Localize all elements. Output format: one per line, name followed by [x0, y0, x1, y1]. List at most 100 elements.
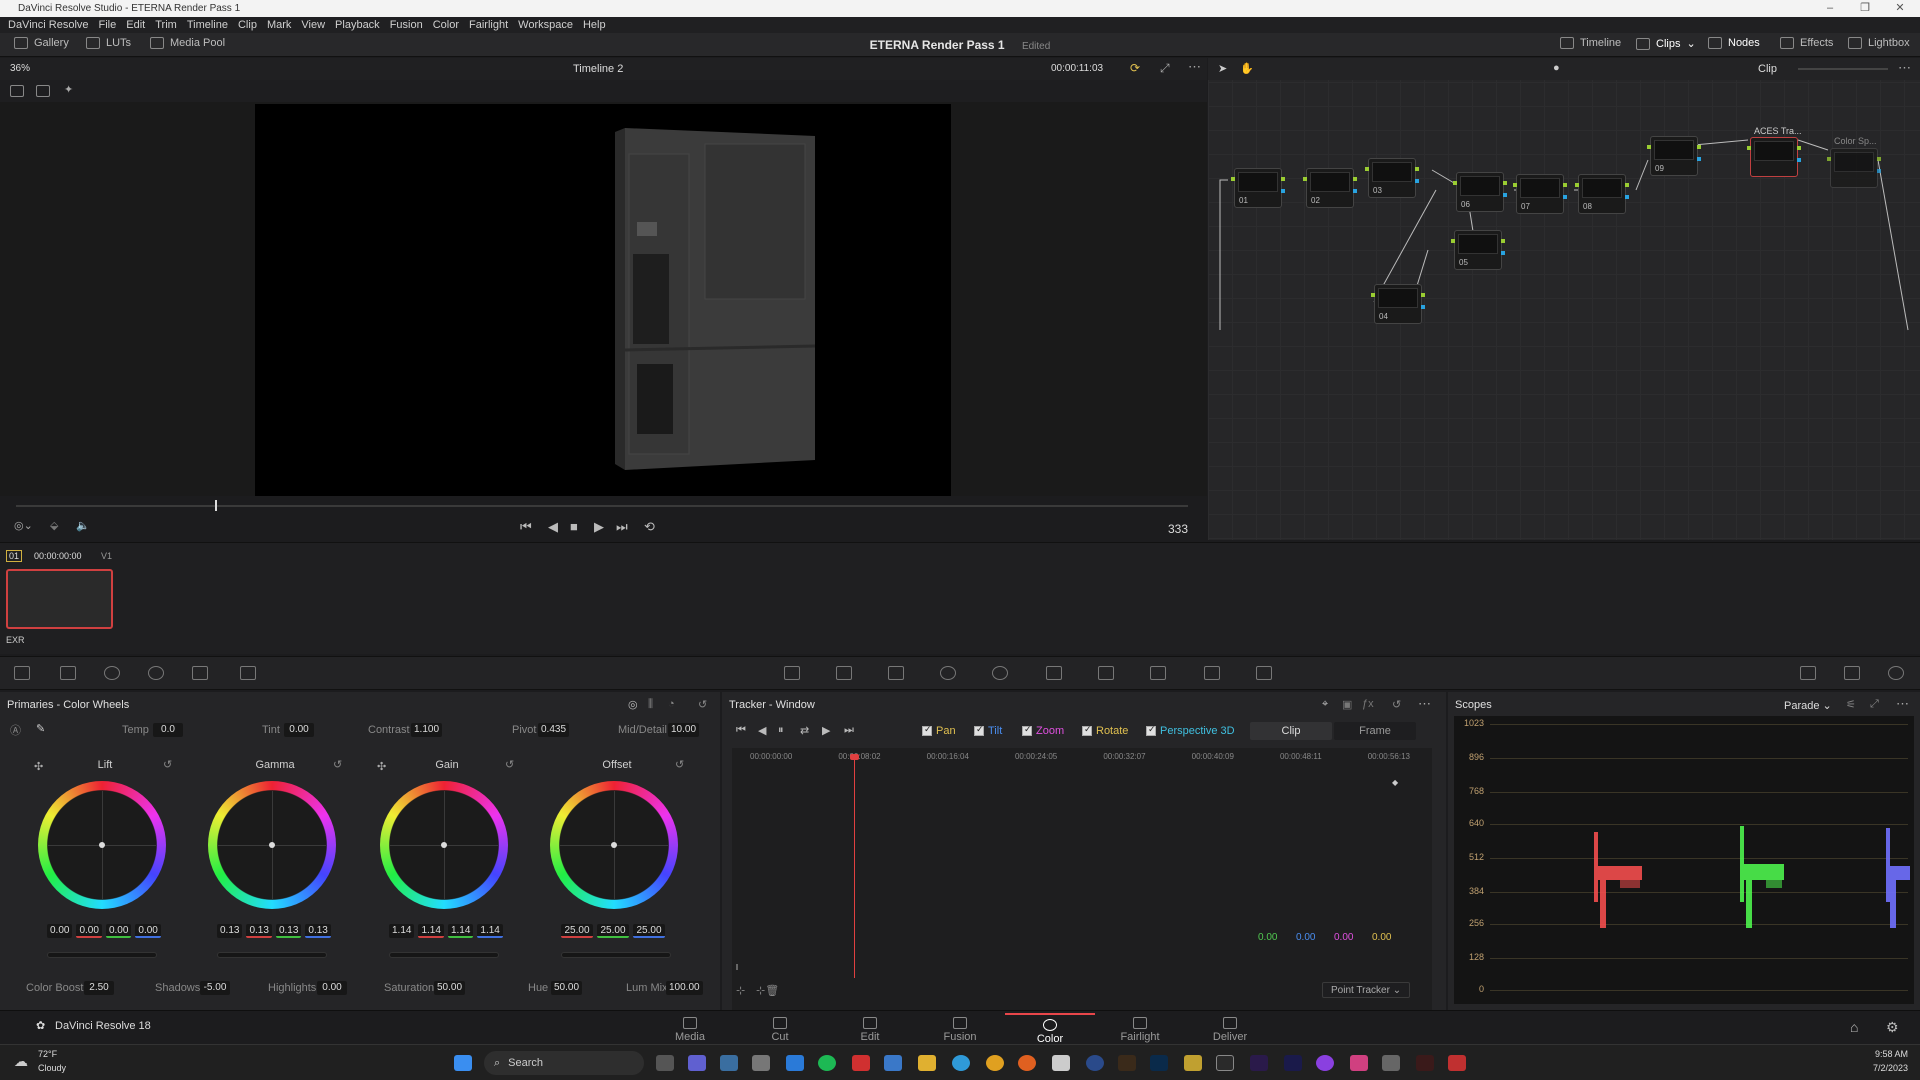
gamma-r[interactable]: 0.13 — [246, 924, 272, 938]
tracker-scroll-start[interactable] — [736, 964, 738, 970]
store-icon[interactable] — [1052, 1055, 1070, 1071]
menu-clip[interactable]: Clip — [238, 19, 257, 31]
color-warper-icon[interactable] — [836, 666, 852, 680]
color-match-icon[interactable] — [60, 666, 76, 680]
split-view-icon[interactable] — [36, 85, 50, 97]
tracker-playhead-handle[interactable] — [850, 754, 859, 760]
minimize-icon[interactable]: – — [1815, 0, 1845, 17]
shadows-value[interactable]: -5.00 — [200, 981, 230, 995]
gamma-master-slider[interactable] — [217, 952, 327, 958]
messenger-icon[interactable] — [1316, 1055, 1334, 1071]
primaries-bars-icon[interactable]: ⫼ — [648, 698, 653, 711]
gain-wheel[interactable] — [380, 781, 508, 909]
pan-checkbox[interactable]: Pan — [922, 724, 956, 737]
tint-value[interactable]: 0.00 — [284, 723, 314, 737]
page-edit[interactable]: Edit — [825, 1013, 915, 1043]
tracker-frame-tab[interactable]: Frame — [1334, 722, 1416, 740]
page-color[interactable]: Color — [1005, 1013, 1095, 1045]
node-06[interactable]: 06 — [1453, 172, 1507, 212]
bridge-icon[interactable] — [1118, 1055, 1136, 1071]
magic-mask-icon[interactable] — [1046, 666, 1062, 680]
scrubber-playhead[interactable] — [215, 500, 217, 511]
menu-color[interactable]: Color — [433, 19, 459, 31]
temp-value[interactable]: 0.0 — [153, 723, 183, 737]
page-fusion[interactable]: Fusion — [915, 1013, 1005, 1043]
app-icon-5[interactable] — [1184, 1055, 1202, 1071]
premiere-icon[interactable] — [1250, 1055, 1268, 1071]
tracker-mode-dropdown[interactable]: Point Tracker ⌄ — [1322, 982, 1411, 998]
spotify-icon[interactable] — [818, 1055, 836, 1071]
lift-r[interactable]: 0.00 — [76, 924, 102, 938]
track-forward-icon[interactable]: ▶ — [822, 724, 830, 737]
pivot-value[interactable]: 0.435 — [538, 723, 570, 737]
scopes-toggle-icon[interactable] — [1844, 666, 1860, 680]
layer-icon[interactable]: ⬙ — [50, 519, 58, 532]
app-icon-3[interactable] — [884, 1055, 902, 1071]
lightbox-button[interactable]: Lightbox — [1848, 37, 1910, 49]
node-08[interactable]: 08 — [1575, 174, 1629, 214]
sizing-icon[interactable] — [1204, 666, 1220, 680]
gain-y[interactable]: 1.14 — [389, 924, 415, 938]
node-color-space[interactable] — [1827, 148, 1881, 188]
delete-tracking-point-icon[interactable]: ⊹🗑 — [756, 984, 779, 997]
gear-icon[interactable]: ⚙ — [1886, 1019, 1899, 1036]
fullscreen-icon[interactable]: ⤢ — [1160, 61, 1170, 76]
restore-icon[interactable]: ❐ — [1850, 0, 1880, 17]
qualifier-icon[interactable] — [888, 666, 904, 680]
key-icon[interactable] — [1150, 666, 1166, 680]
auto-balance-icon[interactable]: Ⓐ — [10, 722, 21, 738]
lift-b[interactable]: 0.00 — [135, 924, 161, 938]
color-wheels-icon[interactable] — [104, 666, 120, 680]
menu-playback[interactable]: Playback — [335, 19, 380, 31]
menu-timeline[interactable]: Timeline — [187, 19, 228, 31]
davinci-taskbar-icon[interactable] — [1216, 1055, 1234, 1071]
offset-r[interactable]: 25.00 — [561, 924, 593, 938]
tracker-fx-icon[interactable]: ƒx — [1362, 698, 1374, 710]
node-mode-dropdown[interactable]: Clip — [1758, 63, 1777, 75]
loop-icon[interactable]: ⟲ — [644, 519, 655, 535]
perspective-3d-checkbox[interactable]: Perspective 3D — [1146, 724, 1235, 737]
gamma-wheel[interactable] — [208, 781, 336, 909]
tracker-reset-icon[interactable]: ↺ — [1392, 698, 1401, 711]
lift-master-slider[interactable] — [47, 952, 157, 958]
menu-mark[interactable]: Mark — [267, 19, 291, 31]
node-aces-transform[interactable] — [1747, 137, 1801, 177]
node-05[interactable]: 05 — [1451, 230, 1505, 270]
timeline-dropdown[interactable]: Timeline 2 — [573, 63, 623, 75]
gain-g[interactable]: 1.14 — [447, 924, 474, 938]
windows-start-icon[interactable] — [454, 1055, 472, 1071]
chrome-icon[interactable] — [986, 1055, 1004, 1071]
node-04[interactable]: 04 — [1371, 284, 1425, 324]
menu-help[interactable]: Help — [583, 19, 606, 31]
more-options-icon[interactable]: ⋯ — [1188, 59, 1201, 75]
motion-effects-icon[interactable] — [240, 666, 256, 680]
highlights-value[interactable]: 0.00 — [317, 981, 347, 995]
file-explorer-icon[interactable] — [918, 1055, 936, 1071]
keyframes-icon[interactable] — [1800, 666, 1816, 680]
menu-workspace[interactable]: Workspace — [518, 19, 573, 31]
gain-b[interactable]: 1.14 — [477, 924, 503, 938]
page-media[interactable]: Media — [645, 1013, 735, 1043]
add-tracking-point-icon[interactable]: ⊹ — [736, 984, 745, 997]
firefox-icon[interactable] — [1018, 1055, 1036, 1071]
play-reverse-icon[interactable]: ◀ — [548, 519, 558, 535]
mid-detail-value[interactable]: 10.00 — [668, 723, 700, 737]
instagram-icon[interactable] — [1350, 1055, 1368, 1071]
gain-r[interactable]: 1.14 — [418, 924, 444, 938]
scope-mode-dropdown[interactable]: Parade ⌄ — [1784, 699, 1832, 712]
hue-value[interactable]: 50.00 — [551, 981, 583, 995]
offset-b[interactable]: 25.00 — [633, 924, 665, 938]
menu-view[interactable]: View — [301, 19, 325, 31]
tracker-camera-icon[interactable]: ▣ — [1342, 698, 1352, 711]
gain-reset-icon[interactable]: ↺ — [505, 758, 514, 771]
teams-icon[interactable] — [688, 1055, 706, 1071]
tracker-target-icon[interactable]: ⌖ — [1322, 698, 1328, 711]
gamma-g[interactable]: 0.13 — [275, 924, 302, 938]
menu-fairlight[interactable]: Fairlight — [469, 19, 508, 31]
node-07[interactable]: 07 — [1513, 174, 1567, 214]
home-icon[interactable]: ⌂ — [1850, 1019, 1858, 1035]
primaries-wheels-icon[interactable]: ◎ — [628, 698, 638, 711]
rgb-mixer-icon[interactable] — [192, 666, 208, 680]
pointer-icon[interactable]: ➤ — [1218, 62, 1227, 75]
node-03[interactable]: 03 — [1365, 158, 1419, 198]
